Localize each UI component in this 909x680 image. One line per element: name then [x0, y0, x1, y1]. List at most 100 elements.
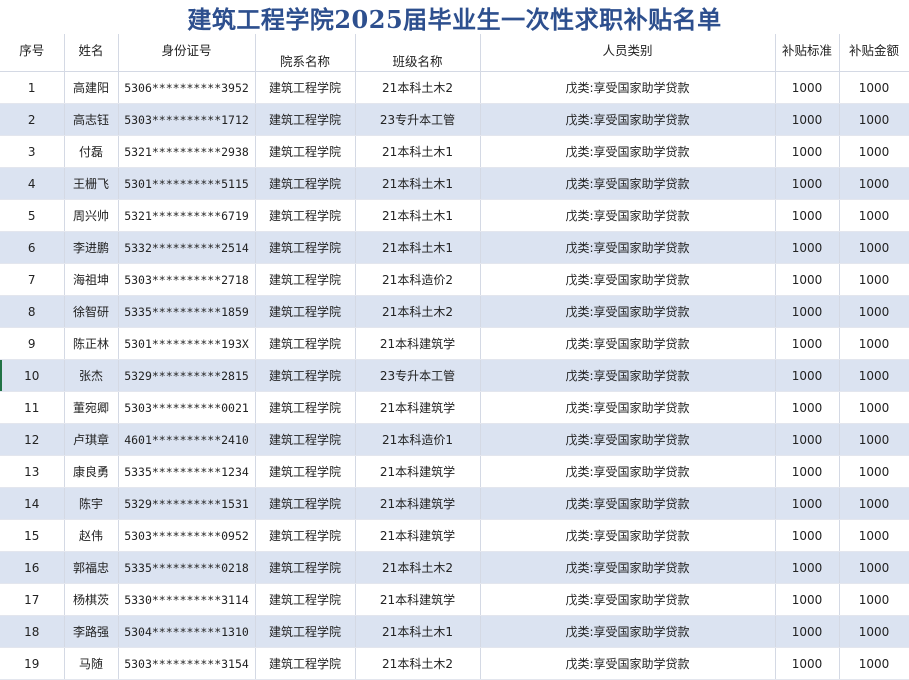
cell-class[interactable]: 21本科土木2	[355, 647, 481, 680]
cell-standard[interactable]: 1000	[775, 551, 840, 584]
cell-class[interactable]: 21本科建筑学	[355, 487, 481, 520]
cell-college[interactable]: 建筑工程学院	[255, 583, 356, 616]
cell-standard[interactable]: 1000	[775, 519, 840, 552]
cell-college[interactable]: 建筑工程学院	[255, 551, 356, 584]
cell-category[interactable]: 戊类:享受国家助学贷款	[480, 455, 776, 488]
cell-class[interactable]: 21本科造价1	[355, 423, 481, 456]
cell-college[interactable]: 建筑工程学院	[255, 519, 356, 552]
cell-class[interactable]: 21本科土木1	[355, 231, 481, 264]
cell-seq[interactable]: 5	[0, 199, 65, 232]
cell-college[interactable]: 建筑工程学院	[255, 359, 356, 392]
cell-category[interactable]: 戊类:享受国家助学贷款	[480, 231, 776, 264]
cell-amount[interactable]: 1000	[839, 327, 909, 360]
header-id[interactable]: 身份证号	[118, 34, 256, 72]
cell-name[interactable]: 郭福忠	[64, 551, 119, 584]
header-seq[interactable]: 序号	[0, 34, 65, 72]
cell-id[interactable]: 5329**********2815	[118, 359, 256, 392]
cell-seq[interactable]: 11	[0, 391, 65, 424]
cell-class[interactable]: 21本科造价2	[355, 263, 481, 296]
cell-name[interactable]: 徐智研	[64, 295, 119, 328]
cell-amount[interactable]: 1000	[839, 103, 909, 136]
cell-id[interactable]: 5303**********2718	[118, 263, 256, 296]
cell-name[interactable]: 李路强	[64, 615, 119, 648]
cell-name[interactable]: 付磊	[64, 135, 119, 168]
cell-standard[interactable]: 1000	[775, 167, 840, 200]
cell-id[interactable]: 5329**********1531	[118, 487, 256, 520]
cell-amount[interactable]: 1000	[839, 423, 909, 456]
cell-seq[interactable]: 16	[0, 551, 65, 584]
cell-category[interactable]: 戊类:享受国家助学贷款	[480, 295, 776, 328]
cell-class[interactable]: 21本科建筑学	[355, 583, 481, 616]
cell-id[interactable]: 5335**********1234	[118, 455, 256, 488]
cell-name[interactable]: 陈正林	[64, 327, 119, 360]
cell-category[interactable]: 戊类:享受国家助学贷款	[480, 103, 776, 136]
cell-college[interactable]: 建筑工程学院	[255, 231, 356, 264]
cell-amount[interactable]: 1000	[839, 519, 909, 552]
cell-standard[interactable]: 1000	[775, 135, 840, 168]
cell-seq[interactable]: 14	[0, 487, 65, 520]
cell-college[interactable]: 建筑工程学院	[255, 615, 356, 648]
cell-standard[interactable]: 1000	[775, 199, 840, 232]
cell-seq[interactable]: 9	[0, 327, 65, 360]
header-class[interactable]: 班级名称	[355, 34, 481, 72]
cell-name[interactable]: 卢琪章	[64, 423, 119, 456]
cell-id[interactable]: 5301**********5115	[118, 167, 256, 200]
cell-college[interactable]: 建筑工程学院	[255, 167, 356, 200]
cell-category[interactable]: 戊类:享受国家助学贷款	[480, 359, 776, 392]
cell-class[interactable]: 21本科土木2	[355, 295, 481, 328]
cell-name[interactable]: 董宛卿	[64, 391, 119, 424]
cell-seq[interactable]: 18	[0, 615, 65, 648]
cell-category[interactable]: 戊类:享受国家助学贷款	[480, 551, 776, 584]
cell-category[interactable]: 戊类:享受国家助学贷款	[480, 423, 776, 456]
cell-category[interactable]: 戊类:享受国家助学贷款	[480, 71, 776, 104]
cell-name[interactable]: 杨棋茨	[64, 583, 119, 616]
cell-seq[interactable]: 19	[0, 647, 65, 680]
cell-name[interactable]: 赵伟	[64, 519, 119, 552]
cell-seq[interactable]: 1	[0, 71, 65, 104]
cell-college[interactable]: 建筑工程学院	[255, 647, 356, 680]
cell-id[interactable]: 5321**********2938	[118, 135, 256, 168]
cell-name[interactable]: 高建阳	[64, 71, 119, 104]
cell-class[interactable]: 21本科建筑学	[355, 327, 481, 360]
cell-name[interactable]: 马随	[64, 647, 119, 680]
cell-standard[interactable]: 1000	[775, 295, 840, 328]
cell-amount[interactable]: 1000	[839, 295, 909, 328]
cell-category[interactable]: 戊类:享受国家助学贷款	[480, 167, 776, 200]
cell-id[interactable]: 5321**********6719	[118, 199, 256, 232]
cell-college[interactable]: 建筑工程学院	[255, 295, 356, 328]
cell-class[interactable]: 21本科土木1	[355, 199, 481, 232]
cell-college[interactable]: 建筑工程学院	[255, 487, 356, 520]
cell-standard[interactable]: 1000	[775, 647, 840, 680]
cell-amount[interactable]: 1000	[839, 359, 909, 392]
cell-seq[interactable]: 10	[0, 359, 65, 392]
cell-id[interactable]: 5304**********1310	[118, 615, 256, 648]
cell-category[interactable]: 戊类:享受国家助学贷款	[480, 327, 776, 360]
cell-class[interactable]: 21本科土木1	[355, 167, 481, 200]
cell-id[interactable]: 5303**********0952	[118, 519, 256, 552]
cell-seq[interactable]: 6	[0, 231, 65, 264]
cell-class[interactable]: 21本科建筑学	[355, 519, 481, 552]
cell-name[interactable]: 高志钰	[64, 103, 119, 136]
cell-college[interactable]: 建筑工程学院	[255, 423, 356, 456]
cell-college[interactable]: 建筑工程学院	[255, 71, 356, 104]
cell-standard[interactable]: 1000	[775, 391, 840, 424]
cell-amount[interactable]: 1000	[839, 647, 909, 680]
cell-amount[interactable]: 1000	[839, 551, 909, 584]
cell-name[interactable]: 王栅飞	[64, 167, 119, 200]
cell-standard[interactable]: 1000	[775, 359, 840, 392]
cell-college[interactable]: 建筑工程学院	[255, 327, 356, 360]
cell-class[interactable]: 21本科土木1	[355, 615, 481, 648]
cell-seq[interactable]: 8	[0, 295, 65, 328]
cell-seq[interactable]: 13	[0, 455, 65, 488]
cell-id[interactable]: 5335**********0218	[118, 551, 256, 584]
header-college[interactable]: 院系名称	[255, 34, 356, 72]
cell-seq[interactable]: 2	[0, 103, 65, 136]
cell-class[interactable]: 21本科建筑学	[355, 391, 481, 424]
cell-college[interactable]: 建筑工程学院	[255, 135, 356, 168]
cell-id[interactable]: 5303**********1712	[118, 103, 256, 136]
cell-amount[interactable]: 1000	[839, 167, 909, 200]
cell-category[interactable]: 戊类:享受国家助学贷款	[480, 263, 776, 296]
cell-amount[interactable]: 1000	[839, 231, 909, 264]
cell-seq[interactable]: 7	[0, 263, 65, 296]
cell-college[interactable]: 建筑工程学院	[255, 263, 356, 296]
